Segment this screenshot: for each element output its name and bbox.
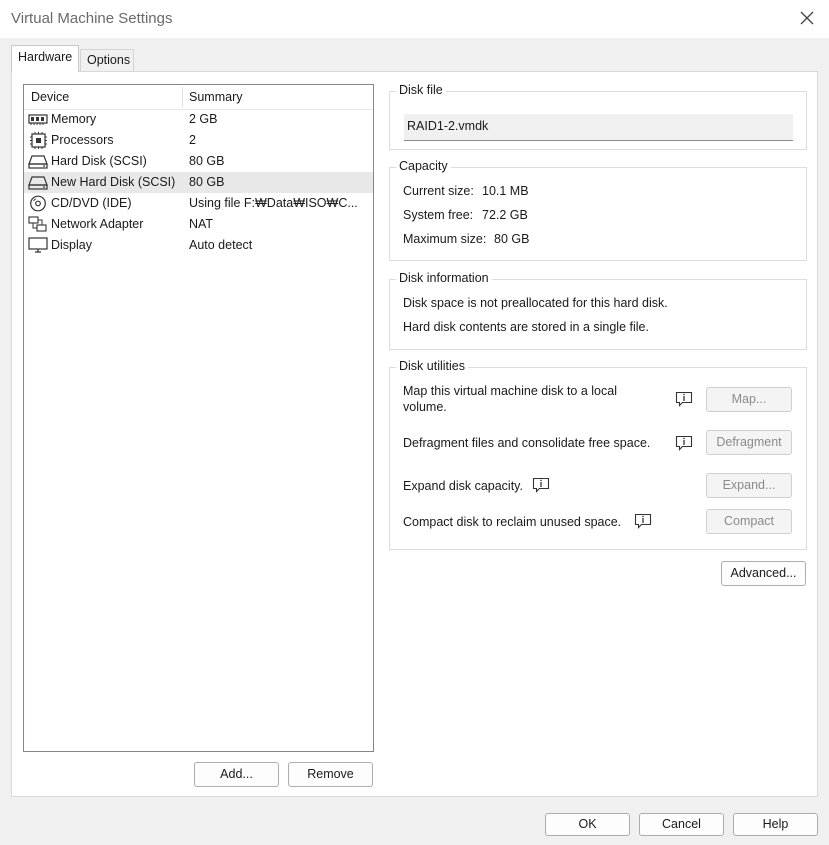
device-name: Memory [51, 112, 97, 126]
device-row-network-adapter[interactable]: Network Adapter NAT [24, 214, 373, 235]
help-button[interactable]: Help [733, 813, 818, 836]
map-description-line-2: volume. [403, 400, 447, 414]
defragment-button[interactable]: Defragment [706, 430, 792, 455]
disk-utilities-group: Disk utilities Map this virtual machine … [389, 359, 807, 550]
title-bar: Virtual Machine Settings [0, 0, 829, 38]
disk-file-legend: Disk file [396, 83, 446, 97]
window-title: Virtual Machine Settings [11, 10, 173, 27]
device-row-processors[interactable]: Processors 2 [24, 130, 373, 151]
expand-button[interactable]: Expand... [706, 473, 792, 498]
close-icon[interactable] [799, 10, 815, 26]
remove-button[interactable]: Remove [288, 762, 373, 787]
maximum-size-label: Maximum size: [403, 232, 487, 246]
device-name: Display [51, 238, 92, 252]
info-icon[interactable] [532, 477, 550, 493]
network-adapter-icon [28, 216, 47, 232]
capacity-legend: Capacity [396, 159, 451, 173]
compact-description: Compact disk to reclaim unused space. [403, 515, 622, 529]
device-row-cd-dvd[interactable]: CD/DVD (IDE) Using file F:₩Data₩ISO₩C... [24, 193, 373, 214]
system-free-label: System free: [403, 208, 474, 222]
ok-button[interactable]: OK [545, 813, 630, 836]
info-icon[interactable] [675, 391, 693, 407]
device-name: Processors [51, 133, 114, 147]
disk-info-line-2: Hard disk contents are stored in a singl… [403, 320, 649, 334]
disk-information-legend: Disk information [396, 271, 492, 285]
disk-file-value: RAID1-2.vmdk [407, 119, 489, 133]
column-header-summary[interactable]: Summary [189, 90, 242, 104]
current-size-label: Current size: [403, 184, 474, 198]
disk-file-group: Disk file RAID1-2.vmdk [389, 83, 807, 150]
compact-button[interactable]: Compact [706, 509, 792, 534]
system-free-value: 72.2 GB [482, 208, 528, 222]
device-summary: Auto detect [189, 238, 253, 252]
memory-icon [28, 114, 48, 125]
device-list[interactable]: Device Summary Memory 2 GB Processors 2 … [23, 84, 374, 752]
device-summary: 80 GB [189, 175, 225, 189]
disk-info-line-1: Disk space is not preallocated for this … [403, 296, 668, 310]
add-button[interactable]: Add... [194, 762, 279, 787]
processor-icon [30, 132, 47, 149]
device-summary: 2 [189, 133, 196, 147]
capacity-group: Capacity Current size: 10.1 MB System fr… [389, 159, 807, 261]
disk-utilities-legend: Disk utilities [396, 359, 468, 373]
display-icon [28, 237, 48, 253]
device-row-memory[interactable]: Memory 2 GB [24, 109, 373, 130]
device-summary: NAT [189, 217, 214, 231]
device-list-header: Device Summary [24, 85, 373, 110]
tab-options[interactable]: Options [80, 49, 134, 71]
tab-hardware[interactable]: Hardware [11, 45, 79, 72]
advanced-button[interactable]: Advanced... [721, 561, 806, 586]
maximum-size-value: 80 GB [494, 232, 530, 246]
disk-information-group: Disk information Disk space is not preal… [389, 271, 807, 350]
hard-disk-icon [28, 155, 48, 169]
info-icon[interactable] [675, 435, 693, 451]
current-size-value: 10.1 MB [482, 184, 529, 198]
defragment-description: Defragment files and consolidate free sp… [403, 436, 651, 450]
device-row-display[interactable]: Display Auto detect [24, 235, 373, 256]
device-name: CD/DVD (IDE) [51, 196, 132, 210]
column-separator[interactable] [182, 87, 183, 107]
expand-description: Expand disk capacity. [403, 479, 523, 493]
cd-dvd-icon [30, 195, 46, 212]
device-summary: 2 GB [189, 112, 218, 126]
device-name: Network Adapter [51, 217, 144, 231]
map-button[interactable]: Map... [706, 387, 792, 412]
column-header-device[interactable]: Device [31, 90, 69, 104]
disk-file-field[interactable]: RAID1-2.vmdk [404, 114, 793, 141]
device-summary: Using file F:₩Data₩ISO₩C... [189, 196, 358, 210]
map-description-line-1: Map this virtual machine disk to a local [403, 384, 617, 398]
hard-disk-icon [28, 176, 48, 190]
device-summary: 80 GB [189, 154, 225, 168]
info-icon[interactable] [634, 513, 652, 529]
device-row-new-hard-disk[interactable]: New Hard Disk (SCSI) 80 GB [24, 172, 373, 193]
device-name: Hard Disk (SCSI) [51, 154, 147, 168]
device-name: New Hard Disk (SCSI) [51, 175, 176, 189]
device-row-hard-disk[interactable]: Hard Disk (SCSI) 80 GB [24, 151, 373, 172]
cancel-button[interactable]: Cancel [639, 813, 724, 836]
